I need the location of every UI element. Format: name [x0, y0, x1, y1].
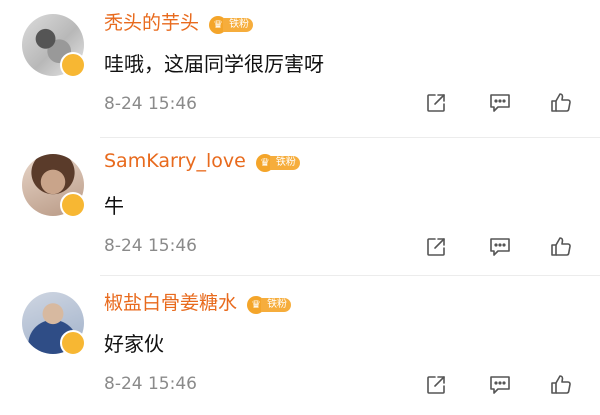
comment-text: 好家伙: [104, 332, 164, 356]
comment-icon: [490, 376, 510, 394]
comment-button[interactable]: [487, 372, 513, 398]
comment-button[interactable]: [487, 90, 513, 116]
comment-list: 秃头的芋头 ♛ 铁粉 哇哦，这届同学很厉害呀 8-24 15:46 SamKarr…: [0, 0, 600, 415]
fan-badge-label: 铁粉: [261, 298, 292, 312]
comment-item: 秃头的芋头 ♛ 铁粉 哇哦，这届同学很厉害呀 8-24 15:46: [0, 0, 600, 138]
comment-icon: [490, 94, 510, 112]
comment-text: 牛: [104, 194, 124, 218]
share-icon: [427, 376, 445, 394]
comment-button[interactable]: [487, 234, 513, 260]
username[interactable]: SamKarry_love ♛ 铁粉: [104, 150, 300, 172]
username-label: 秃头的芋头: [104, 12, 200, 34]
comment-text: 哇哦，这届同学很厉害呀: [104, 52, 324, 76]
like-icon: [551, 375, 571, 394]
share-button[interactable]: [423, 234, 449, 260]
like-icon: [551, 237, 571, 256]
like-icon: [551, 93, 571, 112]
username[interactable]: 秃头的芋头 ♛ 铁粉: [104, 8, 254, 35]
comment-item: 椒盐白骨姜糖水 ♛ 铁粉 好家伙 8-24 15:46: [0, 276, 600, 414]
verified-badge-icon: [60, 52, 86, 78]
fan-badge-label: 铁粉: [269, 156, 300, 170]
like-button[interactable]: [548, 90, 574, 116]
share-icon: [427, 238, 445, 256]
like-button[interactable]: [548, 372, 574, 398]
username-label: 椒盐白骨姜糖水: [104, 292, 238, 314]
verified-badge-icon: [60, 330, 86, 356]
username-label: SamKarry_love: [104, 150, 246, 172]
fan-badge: ♛ 铁粉: [255, 152, 300, 172]
comment-icon: [490, 238, 510, 256]
share-icon: [427, 94, 445, 112]
comment-item: SamKarry_love ♛ 铁粉 牛 8-24 15:46: [0, 138, 600, 276]
verified-badge-icon: [60, 192, 86, 218]
comment-time: 8-24 15:46: [104, 94, 197, 114]
comment-time: 8-24 15:46: [104, 236, 197, 256]
share-button[interactable]: [423, 90, 449, 116]
comment-time: 8-24 15:46: [104, 374, 197, 394]
like-button[interactable]: [548, 234, 574, 260]
fan-badge: ♛ 铁粉: [209, 14, 254, 34]
fan-badge: ♛ 铁粉: [247, 294, 292, 314]
username[interactable]: 椒盐白骨姜糖水 ♛ 铁粉: [104, 288, 292, 315]
share-button[interactable]: [423, 372, 449, 398]
fan-badge-label: 铁粉: [223, 18, 254, 32]
